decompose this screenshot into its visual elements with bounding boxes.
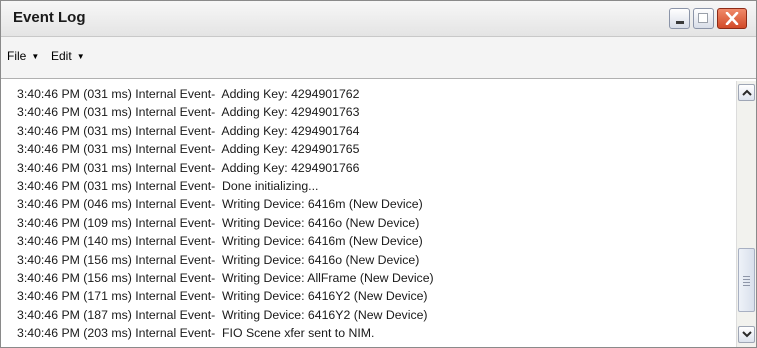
log-line: 3:40:46 PM (156 ms) Internal Event- Writ… xyxy=(17,270,434,285)
log-line: 3:40:46 PM (031 ms) Internal Event- Addi… xyxy=(17,160,360,175)
menu-file-label: File xyxy=(7,49,27,63)
thumb-grip xyxy=(743,282,750,283)
scrollbar-thumb[interactable] xyxy=(738,248,755,312)
close-button[interactable] xyxy=(717,8,747,29)
scroll-up-arrow-icon xyxy=(742,89,752,96)
dropdown-arrow-icon: ▼ xyxy=(31,52,40,61)
scroll-down-button[interactable] xyxy=(738,326,755,343)
event-log-window: Event Log File ▼ Edit ▼ 3:40:46 PM (031 ms… xyxy=(0,0,757,348)
thumb-grip xyxy=(743,279,750,280)
log-line: 3:40:46 PM (031 ms) Internal Event- Addi… xyxy=(17,142,360,157)
log-line: 3:40:46 PM (046 ms) Internal Event- Writ… xyxy=(17,197,423,212)
menu-edit-label: Edit xyxy=(51,49,72,63)
menu-bar: File ▼ Edit ▼ xyxy=(1,37,756,79)
window-title: Event Log xyxy=(13,9,86,26)
dropdown-arrow-icon: ▼ xyxy=(76,52,85,61)
minimize-icon xyxy=(676,21,684,24)
log-line: 3:40:46 PM (203 ms) Internal Event- FIO … xyxy=(17,326,375,341)
log-line: 3:40:46 PM (031 ms) Internal Event- Done… xyxy=(17,178,319,193)
log-line: 3:40:46 PM (031 ms) Internal Event- Addi… xyxy=(17,123,360,138)
title-bar[interactable]: Event Log xyxy=(1,1,756,37)
log-line: 3:40:46 PM (140 ms) Internal Event- Writ… xyxy=(17,234,423,249)
thumb-grip xyxy=(743,276,750,277)
minimize-button[interactable] xyxy=(669,8,690,29)
log-line: 3:40:46 PM (187 ms) Internal Event- Writ… xyxy=(17,307,428,322)
menu-edit[interactable]: Edit ▼ xyxy=(51,49,85,63)
vertical-scrollbar[interactable] xyxy=(736,81,756,347)
thumb-grip xyxy=(743,285,750,286)
maximize-icon xyxy=(698,13,708,23)
close-icon xyxy=(725,12,739,25)
maximize-button[interactable] xyxy=(693,8,714,29)
scroll-up-button[interactable] xyxy=(738,84,755,101)
log-line: 3:40:46 PM (031 ms) Internal Event- Addi… xyxy=(17,87,360,101)
scroll-down-arrow-icon xyxy=(742,331,752,338)
log-line: 3:40:46 PM (156 ms) Internal Event- Writ… xyxy=(17,252,420,267)
event-log-list[interactable]: 3:40:46 PM (031 ms) Internal Event- Addi… xyxy=(17,85,735,347)
log-line: 3:40:46 PM (171 ms) Internal Event- Writ… xyxy=(17,289,428,304)
log-line: 3:40:46 PM (109 ms) Internal Event- Writ… xyxy=(17,215,420,230)
log-line: 3:40:46 PM (031 ms) Internal Event- Addi… xyxy=(17,105,360,120)
menu-file[interactable]: File ▼ xyxy=(7,49,39,63)
